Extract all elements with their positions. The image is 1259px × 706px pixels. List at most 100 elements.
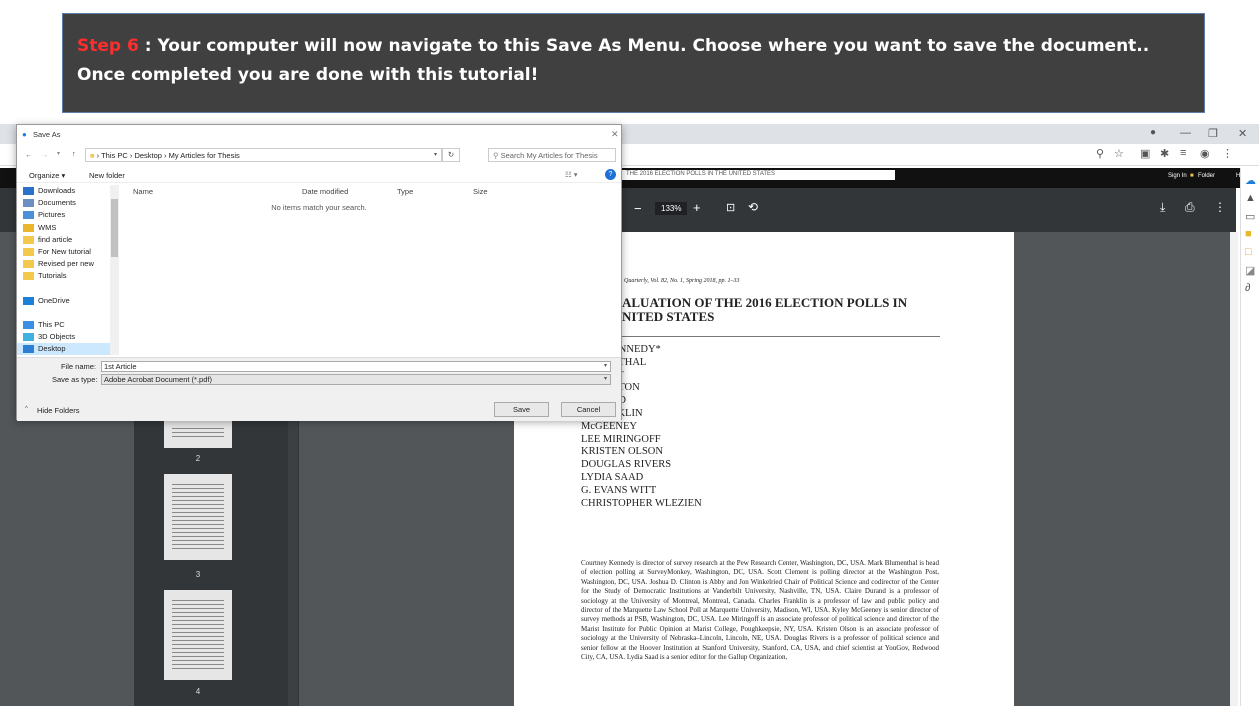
tree-item-label: find article (38, 234, 73, 244)
tree-item[interactable]: Downloads (17, 185, 119, 197)
search-icon: ⚲ (493, 151, 499, 160)
fit-page-icon[interactable]: ⊡ (726, 201, 735, 214)
chrome-icon: ● (22, 130, 27, 139)
file-name-dropdown-icon[interactable]: ▾ (604, 362, 607, 371)
tree-item[interactable]: find article (17, 234, 119, 246)
tree-item[interactable]: Pictures (17, 209, 119, 221)
tree-item[interactable]: Desktop (17, 343, 119, 355)
bookmark-star-icon[interactable]: ☆ (1114, 147, 1124, 160)
help-icon[interactable]: ? (605, 169, 616, 180)
search-placeholder: Search My Articles for Thesis (500, 151, 598, 160)
save-button[interactable]: Save (494, 402, 549, 417)
puzzle-icon[interactable]: ✱ (1160, 147, 1169, 160)
column-date-modified[interactable]: Date modified (302, 187, 348, 196)
save-type-dropdown-icon[interactable]: ▾ (604, 375, 607, 384)
dialog-footer: File name: 1st Article ▾ Save as type: A… (17, 357, 621, 421)
tree-item[interactable]: OneDrive (17, 295, 119, 307)
tree-item-label: OneDrive (38, 295, 70, 305)
column-type[interactable]: Type (397, 187, 413, 196)
account-icon[interactable]: ◉ (1200, 147, 1210, 160)
tree-item-label: Revised per new (38, 259, 94, 269)
dialog-title-bar: ● Save As ✕ (17, 125, 621, 143)
tree-scroll-thumb[interactable] (111, 199, 118, 257)
folder-icon[interactable]: ■ (1190, 173, 1194, 179)
close-icon[interactable]: ✕ (1238, 127, 1247, 140)
thumbnail-page-4[interactable] (164, 590, 232, 680)
download-icon[interactable]: ⤓ (1160, 200, 1165, 215)
menu-icon[interactable]: ⋮ (1222, 147, 1233, 160)
path-dropdown-icon[interactable]: ▾ (434, 151, 437, 158)
zoom-icon[interactable]: ⚲ (1096, 147, 1104, 160)
tree-item[interactable]: This PC (17, 319, 119, 331)
file-list: Name Date modified Type Size No items ma… (119, 183, 619, 355)
forward-arrow-icon[interactable]: → (41, 150, 49, 159)
zoom-level[interactable]: 133% (655, 202, 688, 215)
folder-link[interactable]: Folder (1198, 173, 1215, 179)
path-bar[interactable]: ■ › This PC › Desktop › My Articles for … (85, 148, 442, 162)
tree-scrollbar[interactable] (110, 185, 119, 355)
chevron-up-icon[interactable]: ^ (25, 406, 28, 412)
cube-icon (23, 333, 34, 342)
tree-item[interactable]: Tutorials (17, 270, 119, 282)
citation: Quarterly, Vol. 82, No. 1, Spring 2018, … (624, 278, 740, 284)
author-name: DOUGLAS RIVERS (581, 459, 672, 471)
sidebar-cloud-icon[interactable]: ☁ (1245, 174, 1256, 187)
empty-message: No items match your search. (271, 203, 367, 212)
up-arrow-icon[interactable]: ↑ (72, 149, 76, 158)
column-name[interactable]: Name (133, 187, 153, 196)
folder-icon (23, 247, 34, 256)
thumbnail-page-2[interactable] (164, 418, 232, 448)
dialog-close-icon[interactable]: ✕ (611, 129, 619, 140)
pdf-scrollbar[interactable] (1230, 232, 1238, 706)
tree-item[interactable]: For New tutorial (17, 246, 119, 258)
organize-menu[interactable]: Organize ▾ (29, 171, 65, 180)
cloud-icon (23, 296, 34, 305)
zoom-in-icon[interactable]: + (693, 200, 701, 215)
author-bios: Courtney Kennedy is director of survey r… (581, 559, 939, 662)
cancel-button[interactable]: Cancel (561, 402, 616, 417)
article-title: ALUATION OF THE 2016 ELECTION POLLS IN N… (622, 296, 907, 324)
sidebar-monitor-icon[interactable]: ▭ (1245, 210, 1255, 223)
zoom-out-icon[interactable]: − (634, 201, 642, 216)
tree-item[interactable]: WMS (17, 222, 119, 234)
dialog-command-bar: Organize ▾ New folder ☷ ▾ ? (17, 167, 621, 183)
title-rule (614, 336, 940, 337)
search-input[interactable]: ⚲ Search My Articles for Thesis (488, 148, 616, 162)
tree-item[interactable]: Revised per new (17, 258, 119, 270)
sidebar-clip-icon[interactable]: ∂ (1245, 282, 1250, 294)
instruction-banner: Step 6 : Your computer will now navigate… (62, 13, 1205, 113)
sidebar-note-icon[interactable]: □ (1245, 246, 1252, 258)
tree-item[interactable]: 3D Objects (17, 331, 119, 343)
extension-icon[interactable]: ▣ (1140, 147, 1150, 160)
column-size[interactable]: Size (473, 187, 488, 196)
refresh-icon[interactable]: ↻ (442, 148, 460, 162)
rotate-icon[interactable]: ⟲ (748, 200, 758, 214)
more-options-icon[interactable]: ⋮ (1214, 200, 1226, 214)
instruction-text: : Your computer will now navigate to thi… (77, 36, 1150, 85)
recent-locations-icon[interactable]: ▾ (57, 150, 60, 157)
sidebar-folder-icon[interactable]: ■ (1245, 228, 1252, 240)
save-type-select[interactable]: Adobe Acrobat Document (*.pdf) ▾ (101, 374, 611, 385)
back-arrow-icon[interactable]: ← (25, 150, 33, 159)
new-folder-button[interactable]: New folder (89, 171, 125, 180)
sign-in-link[interactable]: Sign In (1168, 173, 1187, 179)
thumbnail-label: 4 (195, 687, 201, 696)
folder-icon (23, 235, 34, 244)
minimize-icon[interactable]: — (1180, 127, 1191, 139)
profile-icon[interactable]: ● (1150, 127, 1156, 138)
hide-folders-button[interactable]: Hide Folders (37, 406, 80, 415)
sidebar-app-icon[interactable]: ▲ (1245, 192, 1256, 204)
path-this-pc[interactable]: This PC (101, 151, 128, 160)
print-icon[interactable]: ⎙ (1185, 200, 1195, 215)
author-name: G. EVANS WITT (581, 484, 657, 496)
tree-item[interactable]: Documents (17, 197, 119, 209)
file-name-field[interactable]: 1st Article ▾ (101, 361, 611, 372)
reading-list-icon[interactable]: ≡ (1180, 147, 1186, 159)
sidebar-image-icon[interactable]: ◪ (1245, 264, 1255, 277)
author-name: McGEENEY (581, 420, 637, 432)
path-current-folder[interactable]: My Articles for Thesis (169, 151, 240, 160)
view-options-icon[interactable]: ☷ ▾ (565, 170, 578, 179)
path-desktop[interactable]: Desktop (134, 151, 162, 160)
thumbnail-page-3[interactable] (164, 474, 232, 560)
restore-icon[interactable]: ❐ (1208, 127, 1218, 140)
